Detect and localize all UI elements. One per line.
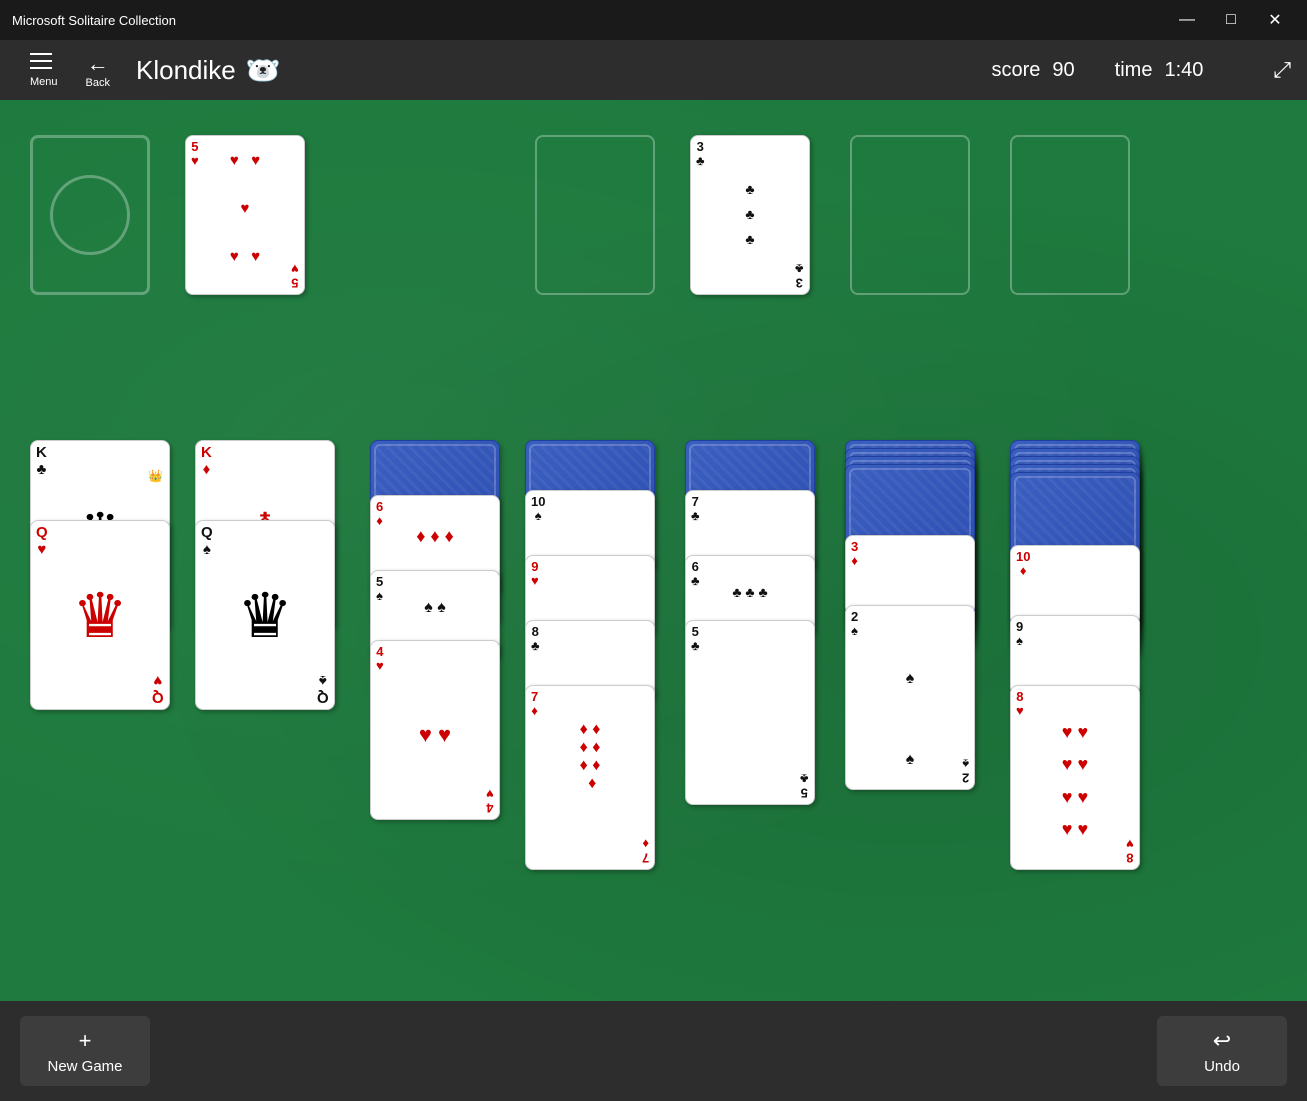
stock-pile[interactable] [30,135,150,295]
card-rank-top: 9♥ [531,560,539,589]
card-rank-bottom: 8♥ [1126,836,1134,865]
foundation-3[interactable] [850,135,970,295]
queen-hearts-face: ♛ [36,539,164,691]
card-rank-top: 2♠ [851,610,858,639]
waste-pile-card[interactable]: 5♥ ♥ ♥♥♥ ♥ 5♥ [185,135,305,295]
card-rank-bottom: 7♦ [642,836,649,865]
title-bar-controls: — □ ✕ [1167,5,1295,35]
card-pips: ♥ ♥♥ ♥♥ ♥♥ ♥ [1021,716,1129,846]
back-label: Back [86,77,110,89]
card-pips: ♥ ♥♥♥ ♥ [230,149,260,269]
card-pips: ♠ [906,670,915,688]
tableau-col7-8h[interactable]: 8♥ ♥ ♥♥ ♥♥ ♥♥ ♥ 8♥ [1010,685,1140,870]
close-button[interactable]: ✕ [1255,5,1295,35]
card-rank-top: 6♦ [376,500,383,529]
queen-spades-face: ♛ [201,539,329,691]
foundation-4[interactable] [1010,135,1130,295]
card-rank-top: 3♣ [696,140,705,169]
card-pips: ♣ ♣ ♣ [732,584,767,600]
card-rank-top: 10♠ [531,495,545,524]
menu-label: Menu [30,76,58,88]
undo-label: Undo [1204,1058,1240,1075]
hamburger-icon [30,53,52,55]
tableau-col7-10d[interactable]: 10♦ [1010,545,1140,625]
app-header: Menu ← Back Klondike 🐻‍❄️ score 90 time … [0,40,1307,100]
card-rank-bottom: Q♠ [317,672,329,705]
foundation-2-card[interactable]: 3♣ ♣♣♣ 3♣ [690,135,810,295]
hamburger-icon [30,67,52,69]
card-pips: ♣♣♣ [745,177,754,253]
foundation-1[interactable] [535,135,655,295]
card-rank-top: 8♥ [1016,690,1024,719]
tableau-col5-5[interactable]: 5♣ 5♣ [685,620,815,805]
score-section: score 90 time 1:40 ⤢ [992,57,1292,83]
card-pips: ♠ ♠ [424,599,445,617]
new-game-button[interactable]: + New Game [20,1016,150,1086]
card-rank-top: 8♣ [531,625,540,654]
title-bar: Microsoft Solitaire Collection — □ ✕ [0,0,1307,40]
title-bar-title: Microsoft Solitaire Collection [12,13,176,28]
stock-circle-icon [50,175,130,255]
back-arrow-icon: ← [87,51,109,77]
polar-bear-icon: 🐻‍❄️ [246,54,281,87]
minimize-button[interactable]: — [1167,5,1207,35]
plus-icon: + [79,1028,92,1054]
card-rank-top: 5♣ [691,625,700,654]
menu-button[interactable]: Menu [16,43,72,98]
tableau-col7-9s[interactable]: 9♠ [1010,615,1140,695]
card-rank-top: 6♣ [691,560,700,589]
score-label: score [992,59,1041,82]
card-pips: ♥ ♥ [419,722,451,748]
card-rank-top: 4♥ [376,645,384,674]
time-value: 1:40 [1164,59,1203,82]
card-rank-bottom: 2♠ [962,756,969,785]
tableau-col2-card2[interactable]: Q♠ ♛ Q♠ [195,520,335,710]
card-pip2: ♠ [906,751,915,769]
tableau-col6-2s[interactable]: 2♠ ♠ ♠ 2♠ [845,605,975,790]
score-display: score 90 [992,59,1075,82]
back-button[interactable]: ← Back [72,43,124,97]
card-pips: ♦ ♦♦ ♦♦ ♦ ♦ [536,721,644,793]
hamburger-icon [30,60,52,62]
card-rank-top: 9♠ [1016,620,1023,649]
card-rank-bottom: 4♥ [486,786,494,815]
card-rank-bottom: Q♥ [152,672,164,705]
crown-icon: 👑 [148,469,163,483]
new-game-label: New Game [47,1058,122,1075]
score-value: 90 [1052,59,1074,82]
tableau-col1-card2[interactable]: Q♥ ♛ Q♥ [30,520,170,710]
tableau-col4-7d[interactable]: 7♦ ♦ ♦♦ ♦♦ ♦ ♦ 7♦ [525,685,655,870]
tableau-col3-4h[interactable]: 4♥ ♥ ♥ 4♥ [370,640,500,820]
card-rank-top: 5♥ [191,140,199,169]
card-rank-top: 5♠ [376,575,383,604]
card-rank-top: 10♦ [1016,550,1030,579]
card-rank-bottom: 5♥ [291,261,299,290]
maximize-button[interactable]: □ [1211,5,1251,35]
card-rank-top: 7♦ [531,690,538,719]
undo-icon: ↩ [1213,1028,1231,1054]
card-rank-bottom: 5♣ [800,771,809,800]
undo-button[interactable]: ↩ Undo [1157,1016,1287,1086]
card-rank-bottom: 3♣ [795,261,804,290]
game-area: 5♥ ♥ ♥♥♥ ♥ 5♥ 3♣ ♣♣♣ 3♣ K♣ ♛ 👑 K♣ Q♥ ♛ Q… [0,100,1307,1001]
card-rank-top: 7♣ [691,495,700,524]
time-label: time [1115,59,1153,82]
card-rank-top: 3♦ [851,540,858,569]
time-display: time 1:40 [1115,59,1204,82]
card-pips: ♦ ♦ ♦ [416,526,454,547]
game-title: Klondike 🐻‍❄️ [136,54,281,87]
bottom-toolbar: + New Game ↩ Undo [0,1001,1307,1101]
fullscreen-button[interactable]: ⤢ [1273,57,1291,83]
tableau-col6-3d[interactable]: 3♦ [845,535,975,615]
